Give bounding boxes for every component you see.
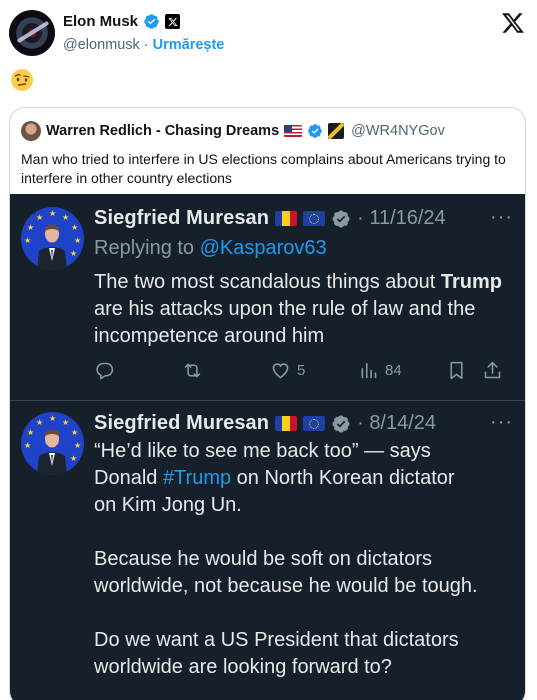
romania-flag-icon: [275, 211, 298, 226]
tweet-author-avatar[interactable]: ★ ★ ★ ★ ★ ★ ★ ★: [21, 207, 84, 270]
verified-badge-icon: [144, 14, 159, 29]
retweet-icon: [184, 363, 201, 378]
tweet-date[interactable]: · 11/16/24: [357, 207, 446, 230]
embedded-tweet: ★ ★ ★ ★ ★ ★ ★ ★ Siegfried Muresan · 8/14…: [10, 401, 525, 700]
tweet-text: on Kim Jong Un.: [94, 494, 242, 516]
x-affiliate-icon: [165, 14, 181, 29]
replying-to: Replying to @Kasparov63: [94, 237, 327, 260]
author-avatar[interactable]: [9, 10, 55, 56]
tweet-text: The two most scandalous things about: [94, 271, 441, 293]
tweet-body: “He’d like to see me back too” — says Do…: [94, 438, 514, 681]
verified-badge-icon: [308, 124, 322, 138]
verified-badge-icon: [332, 209, 350, 228]
view-count: 84: [385, 362, 402, 379]
author-name-row: Elon Musk: [63, 13, 181, 30]
tweet-text: Because he would be soft on dictators wo…: [94, 548, 478, 597]
tweet-text: on North Korean dictator: [231, 467, 455, 489]
like-button[interactable]: 5: [270, 360, 305, 381]
handle-row: @elonmusk · Urmărește: [63, 37, 224, 53]
views-icon: [361, 362, 377, 379]
raised-eyebrow-emoji-icon: [11, 69, 33, 91]
quoted-author-row: Warren Redlich - Chasing Dreams @WR4NYGo…: [21, 121, 445, 141]
like-count: 5: [297, 362, 306, 379]
tweet-date-value: 8/14/24: [369, 412, 437, 434]
tweet-body: The two most scandalous things about Tru…: [94, 269, 514, 350]
tweet-author-name[interactable]: Siegfried Muresan: [94, 412, 269, 435]
share-button[interactable]: [482, 360, 503, 381]
x-logo-icon[interactable]: [501, 11, 525, 35]
reply-button[interactable]: [94, 360, 115, 381]
reply-icon: [96, 362, 114, 380]
retweet-button[interactable]: [182, 360, 203, 381]
tweet-text: are his attacks upon the rule of law and…: [94, 298, 476, 347]
quoted-post-card[interactable]: Warren Redlich - Chasing Dreams @WR4NYGo…: [9, 107, 526, 700]
tweet-text: “He’d like to see me back too” — says: [94, 440, 431, 462]
embedded-tweet: ★ ★ ★ ★ ★ ★ ★ ★ Siegfried Muresan · 11/1…: [10, 194, 525, 400]
quoted-author-avatar[interactable]: [21, 121, 41, 141]
tweet-header: Siegfried Muresan · 11/16/24: [94, 207, 446, 230]
tweet-text: Do we want a US President that dictators…: [94, 629, 459, 678]
tweet-text: Donald: [94, 467, 163, 489]
post-header: Elon Musk @elonmusk · Urmărește: [0, 0, 537, 64]
bookmark-button[interactable]: [446, 360, 467, 381]
eu-flag-icon: [303, 416, 326, 431]
verified-badge-icon: [332, 414, 350, 433]
bookmark-icon: [450, 361, 463, 380]
quoted-author-handle[interactable]: @WR4NYGov: [351, 123, 445, 139]
hashtag-link[interactable]: #Trump: [163, 467, 231, 489]
replying-prefix: Replying to: [94, 237, 200, 259]
mention-link[interactable]: @Kasparov63: [200, 237, 327, 259]
like-icon: [272, 363, 289, 379]
eu-flag-icon: [303, 211, 326, 226]
romania-flag-icon: [275, 416, 298, 431]
affiliate-logo-icon: [328, 123, 345, 139]
tweet-text-bold: Trump: [440, 271, 502, 293]
tweet-author-name[interactable]: Siegfried Muresan: [94, 207, 269, 230]
author-name[interactable]: Elon Musk: [63, 13, 138, 30]
tweet-header: Siegfried Muresan · 8/14/24: [94, 412, 436, 435]
embedded-screenshot[interactable]: ★ ★ ★ ★ ★ ★ ★ ★ Siegfried Muresan · 11/1…: [10, 194, 525, 700]
us-flag-icon: [284, 125, 303, 137]
quoted-post-text: Man who tried to interfere in US electio…: [21, 151, 506, 186]
tweet-author-avatar[interactable]: ★ ★ ★ ★ ★ ★ ★ ★: [21, 412, 84, 475]
tweet-text-line: Donald #Trump on North Korean dictator: [94, 465, 514, 492]
share-icon: [484, 361, 501, 379]
views-button[interactable]: 84: [358, 360, 402, 381]
tweet-actions: 5 84: [94, 360, 514, 386]
author-handle[interactable]: @elonmusk: [63, 37, 140, 53]
separator-dot: ·: [143, 37, 149, 53]
more-icon[interactable]: ···: [490, 206, 513, 229]
more-icon[interactable]: ···: [490, 411, 513, 434]
quoted-author-name[interactable]: Warren Redlich - Chasing Dreams: [46, 123, 279, 139]
tweet-date[interactable]: · 8/14/24: [357, 412, 436, 435]
tweet-date-value: 11/16/24: [369, 207, 446, 229]
follow-button[interactable]: Urmărește: [153, 37, 225, 53]
